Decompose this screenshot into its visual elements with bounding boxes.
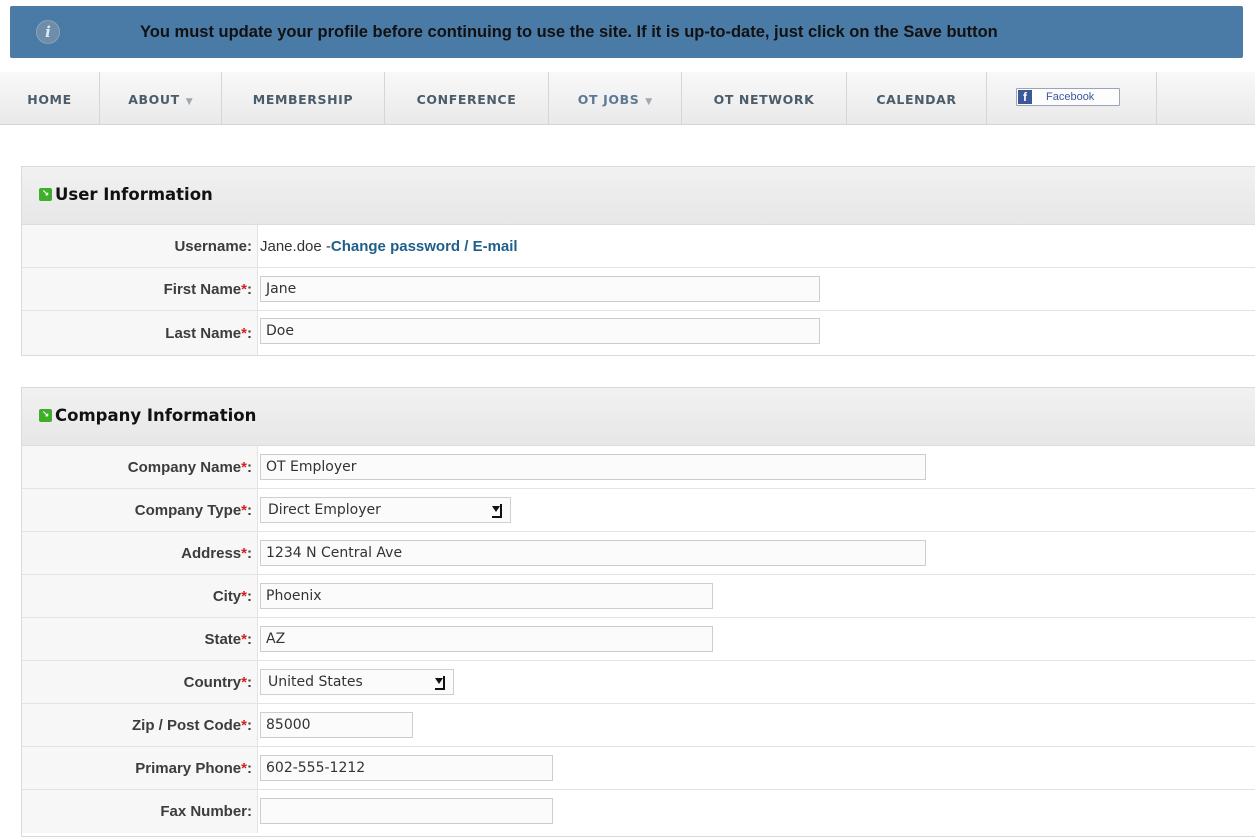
- state-label: State *:: [22, 618, 258, 660]
- nav-about[interactable]: ABOUT ▼: [100, 72, 222, 125]
- label-colon: :: [247, 716, 252, 734]
- nav-membership-label: MEMBERSHIP: [252, 92, 354, 107]
- country-select[interactable]: United States: [260, 669, 454, 695]
- label-colon: :: [247, 544, 252, 562]
- nav-home-label: HOME: [27, 92, 72, 107]
- state-row: State *: AZ: [22, 618, 1255, 661]
- username-label: Username:: [22, 225, 258, 267]
- company-type-select[interactable]: Direct Employer: [260, 497, 511, 523]
- username-row: Username: Jane.doe - Change password / E…: [22, 225, 1255, 268]
- label-colon: :: [247, 324, 252, 342]
- company-name-row: Company Name *: OT Employer: [22, 446, 1255, 489]
- label-colon: :: [247, 458, 252, 476]
- zip-label-text: Zip / Post Code: [131, 716, 242, 734]
- company-name-label-text: Company Name: [127, 458, 242, 476]
- state-label-text: State: [204, 630, 242, 648]
- fax-input[interactable]: [260, 798, 553, 824]
- username-value-wrap: Jane.doe - Change password / E-mail: [260, 225, 518, 267]
- company-type-value: Direct Employer: [268, 502, 381, 518]
- fax-row: Fax Number:: [22, 790, 1255, 833]
- company-type-label: Company Type *:: [22, 489, 258, 531]
- label-colon: :: [247, 280, 252, 298]
- facebook-icon: f: [1018, 90, 1032, 104]
- user-information-header: ↘ User Information: [22, 167, 1255, 225]
- notice-text: You must update your profile before cont…: [140, 23, 998, 41]
- address-row: Address *: 1234 N Central Ave: [22, 532, 1255, 575]
- last-name-input[interactable]: Doe: [260, 318, 820, 344]
- company-type-label-text: Company Type: [134, 501, 242, 519]
- primary-phone-label-text: Primary Phone: [135, 759, 242, 777]
- update-profile-notice: i You must update your profile before co…: [10, 6, 1243, 58]
- zip-label: Zip / Post Code *:: [22, 704, 258, 746]
- nav-ot-jobs[interactable]: OT JOBS ▼: [549, 72, 682, 125]
- primary-phone-label: Primary Phone *:: [22, 747, 258, 789]
- nav-ot-jobs-label: OT JOBS: [577, 92, 640, 107]
- nav-membership[interactable]: MEMBERSHIP: [222, 72, 385, 125]
- zip-input[interactable]: 85000: [260, 712, 413, 738]
- company-name-label: Company Name *:: [22, 446, 258, 488]
- nav-calendar-label: CALENDAR: [876, 92, 957, 107]
- nav-conference[interactable]: CONFERENCE: [385, 72, 549, 125]
- chevron-down-icon: ▼: [645, 97, 653, 107]
- nav-ot-network[interactable]: OT NETWORK: [682, 72, 847, 125]
- zip-row: Zip / Post Code *: 85000: [22, 704, 1255, 747]
- nav-calendar[interactable]: CALENDAR: [847, 72, 987, 125]
- address-label: Address *:: [22, 532, 258, 574]
- nav-conference-label: CONFERENCE: [416, 92, 517, 107]
- label-colon: :: [247, 759, 252, 777]
- fax-label: Fax Number:: [22, 790, 258, 833]
- facebook-label: Facebook: [1046, 91, 1095, 103]
- city-row: City *: Phoenix: [22, 575, 1255, 618]
- company-information-header: ↘ Company Information: [22, 388, 1255, 446]
- first-name-label: First Name *:: [22, 268, 258, 310]
- city-label-text: City: [212, 587, 242, 605]
- last-name-row: Last Name *: Doe: [22, 311, 1255, 355]
- country-label-text: Country: [183, 673, 242, 691]
- chevron-down-icon: ▼: [185, 97, 193, 107]
- first-name-input[interactable]: Jane: [260, 276, 820, 302]
- company-type-row: Company Type *: Direct Employer: [22, 489, 1255, 532]
- expand-arrow-icon: ↘: [39, 409, 52, 422]
- city-label: City *:: [22, 575, 258, 617]
- section-title: User Information: [55, 185, 213, 204]
- state-input[interactable]: AZ: [260, 626, 713, 652]
- company-information-section: ↘ Company Information Company Name *: OT …: [21, 387, 1255, 837]
- label-colon: :: [247, 630, 252, 648]
- first-name-label-text: First Name: [163, 280, 242, 298]
- first-name-row: First Name *: Jane: [22, 268, 1255, 311]
- address-label-text: Address: [181, 544, 242, 562]
- country-value: United States: [268, 674, 363, 690]
- dropdown-arrow-icon: [435, 676, 445, 690]
- nav-ot-network-label: OT NETWORK: [713, 92, 815, 107]
- user-information-section: ↘ User Information Username: Jane.doe - …: [21, 166, 1255, 356]
- nav-about-label: ABOUT: [128, 92, 180, 107]
- label-colon: :: [247, 587, 252, 605]
- address-input[interactable]: 1234 N Central Ave: [260, 540, 926, 566]
- label-colon: :: [247, 501, 252, 519]
- info-icon: i: [36, 20, 60, 44]
- username-value: Jane.doe -: [260, 237, 331, 255]
- label-colon: :: [247, 673, 252, 691]
- dropdown-arrow-icon: [492, 504, 502, 518]
- country-row: Country *: United States: [22, 661, 1255, 704]
- primary-phone-row: Primary Phone *: 602-555-1212: [22, 747, 1255, 790]
- company-name-input[interactable]: OT Employer: [260, 454, 926, 480]
- change-password-link[interactable]: Change password / E-mail: [331, 238, 518, 255]
- facebook-button[interactable]: f Facebook: [1016, 88, 1120, 106]
- primary-phone-input[interactable]: 602-555-1212: [260, 755, 553, 781]
- nav-home[interactable]: HOME: [0, 72, 100, 125]
- city-input[interactable]: Phoenix: [260, 583, 713, 609]
- last-name-label: Last Name *:: [22, 311, 258, 355]
- last-name-label-text: Last Name: [165, 324, 242, 342]
- section-title: Company Information: [55, 406, 257, 425]
- main-nav: HOME ABOUT ▼ MEMBERSHIP CONFERENCE OT JOB…: [0, 72, 1255, 125]
- expand-arrow-icon: ↘: [39, 188, 52, 201]
- country-label: Country *:: [22, 661, 258, 703]
